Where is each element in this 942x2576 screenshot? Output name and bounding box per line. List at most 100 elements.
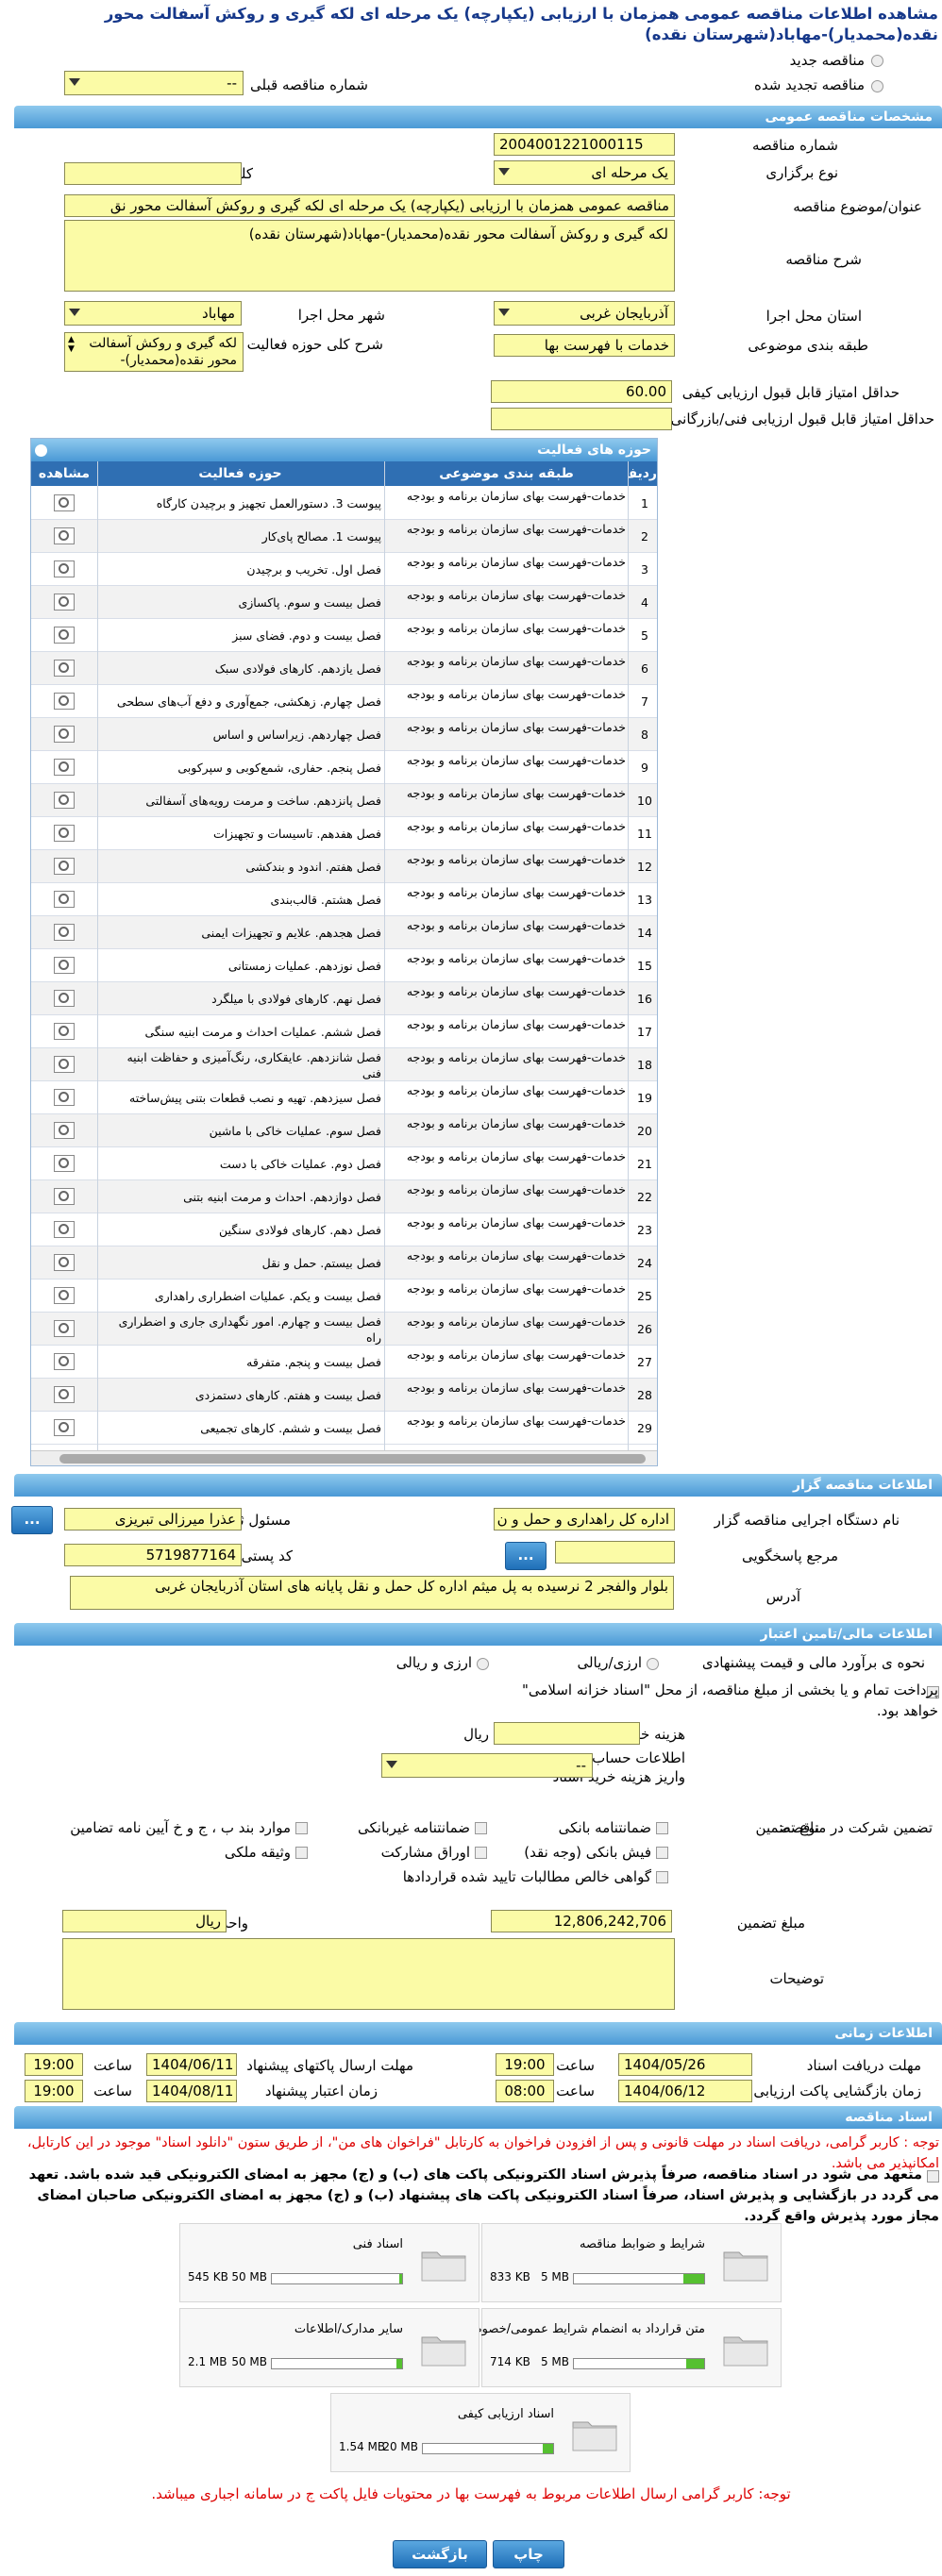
magnifier-icon[interactable] [54, 924, 75, 941]
magnifier-icon[interactable] [54, 660, 75, 677]
type-select[interactable]: یک مرحله ای [494, 160, 675, 185]
chevron-down-icon [69, 78, 80, 86]
magnifier-icon[interactable] [54, 693, 75, 710]
file-max-size: 20 MB [382, 2440, 418, 2453]
magnifier-icon[interactable] [54, 1353, 75, 1370]
row-index: 2 [641, 529, 648, 544]
magnifier-icon[interactable] [54, 726, 75, 743]
fx-radio[interactable] [477, 1658, 489, 1670]
horizontal-scrollbar[interactable] [31, 1450, 657, 1465]
row-activity: فصل نهم. کارهای فولادی با میلگرد [109, 982, 385, 1015]
row-activity: فصل یازدهم. کارهای فولادی سبک [109, 652, 385, 685]
magnifier-icon[interactable] [54, 891, 75, 908]
print-button[interactable]: چاپ [493, 2540, 564, 2568]
row-index: 27 [637, 1355, 652, 1369]
file-progress-bar [573, 2273, 705, 2284]
row-activity-text: فصل دهم. کارهای فولادی سنگین [219, 1223, 381, 1237]
table-row: 6 خدمات-فهرست بهای سازمان برنامه و بودجه ف… [31, 652, 657, 685]
row-activity-text: فصل سیزدهم. تهیه و نصب قطعات بتنی پیش‌سا… [129, 1091, 381, 1105]
magnifier-icon[interactable] [54, 527, 75, 544]
magnifier-icon[interactable] [54, 494, 75, 511]
file-progress-bar [271, 2273, 403, 2284]
tender-number-field: 2004001221000115 [494, 133, 675, 156]
file-box[interactable]: اسناد فنی 50 MB 545 KB [179, 2223, 479, 2302]
magnifier-icon[interactable] [54, 957, 75, 974]
guarantee-clauses-checkbox[interactable] [295, 1822, 308, 1834]
table-row: 26 خدمات-فهرست بهای سازمان برنامه و بودجه… [31, 1313, 657, 1346]
send-date: 1404/06/11 [146, 2053, 237, 2076]
city-select[interactable]: مهاباد [64, 301, 242, 326]
guarantee-bank-checkbox[interactable] [656, 1822, 668, 1834]
row-view-cell [31, 586, 97, 619]
magnifier-icon[interactable] [54, 627, 75, 644]
table-row: 18 خدمات-فهرست بهای سازمان برنامه و بودجه… [31, 1048, 657, 1081]
magnifier-icon[interactable] [54, 560, 75, 577]
row-activity: فصل بیست و چهارم. امور نگهداری جاری و اض… [109, 1313, 385, 1346]
renewed-tender-radio[interactable] [871, 80, 883, 92]
scroll-arrows-icon[interactable]: ▲ ▼ [68, 335, 75, 354]
commit-text: متعهد می شود در اسناد مناقصه، صرفاً پذیر… [28, 2167, 939, 2224]
magnifier-icon[interactable] [54, 1122, 75, 1139]
magnifier-icon[interactable] [54, 1221, 75, 1238]
table-row: 4 خدمات-فهرست بهای سازمان برنامه و بودجه ف… [31, 586, 657, 619]
row-activity: پیوست 1. مصالح پای‌کار [109, 520, 385, 553]
back-button[interactable]: بازگشت [393, 2540, 487, 2568]
magnifier-icon[interactable] [54, 1155, 75, 1172]
guarantee-nonbank-label: ضمانتنامه غیربانکی [358, 1819, 470, 1836]
row-activity: فصل هفدهم. تاسیسات و تجهیزات [109, 817, 385, 850]
row-index: 4 [641, 595, 648, 610]
keyword-field[interactable] [64, 162, 242, 185]
magnifier-icon[interactable] [54, 594, 75, 611]
magnifier-icon[interactable] [54, 1419, 75, 1436]
row-index: 10 [637, 794, 652, 808]
magnifier-icon[interactable] [54, 1254, 75, 1271]
magnifier-icon[interactable] [54, 1386, 75, 1403]
file-progress-bar [573, 2358, 705, 2369]
new-tender-radio[interactable] [871, 55, 883, 67]
guarantee-property-checkbox[interactable] [295, 1847, 308, 1859]
account-select[interactable]: -- [381, 1753, 593, 1778]
magnifier-icon[interactable] [54, 825, 75, 842]
scrollbar-thumb[interactable] [59, 1454, 646, 1464]
docs-footer-note: توجه: کاربر گرامی ارسال اطلاعات مربوط به… [151, 2485, 791, 2502]
magnifier-icon[interactable] [54, 1287, 75, 1304]
send-label: مهلت ارسال پاکتهای پیشنهاد [246, 2057, 413, 2074]
rial-radio[interactable] [647, 1658, 659, 1670]
guarantee-cash-label: فیش بانکی (وجه نقد) [524, 1844, 651, 1861]
magnifier-icon[interactable] [54, 858, 75, 875]
guarantee-claims-checkbox[interactable] [656, 1871, 668, 1883]
guarantee-nonbank-checkbox[interactable] [475, 1822, 487, 1834]
guarantee-cash-checkbox[interactable] [656, 1847, 668, 1859]
row-index: 17 [637, 1025, 652, 1039]
file-box[interactable]: اسناد ارزیابی کیفی 20 MB 1.54 MB [330, 2393, 631, 2472]
file-name: متن قرارداد به انضمام شرایط عمومی/خصوصی [461, 2322, 705, 2336]
row-category: خدمات-فهرست بهای سازمان برنامه و بودجه [406, 522, 626, 536]
file-progress-fill [682, 2274, 704, 2283]
guarantee-bonds-checkbox[interactable] [475, 1847, 487, 1859]
row-category: خدمات-فهرست بهای سازمان برنامه و بودجه [406, 918, 626, 932]
magnifier-icon[interactable] [54, 1320, 75, 1337]
magnifier-icon[interactable] [54, 1089, 75, 1106]
magnifier-icon[interactable] [54, 1023, 75, 1040]
file-box[interactable]: شرایط و ضوابط مناقصه 5 MB 833 KB [481, 2223, 782, 2302]
time-label: ساعت [93, 2057, 132, 2074]
magnifier-icon[interactable] [54, 1188, 75, 1205]
file-box[interactable]: متن قرارداد به انضمام شرایط عمومی/خصوصی 5… [462, 2308, 782, 2387]
file-box[interactable]: سایر مدارک/اطلاعات 50 MB 2.1 MB [179, 2308, 479, 2387]
prev-number-select[interactable]: -- [64, 71, 244, 95]
magnifier-icon[interactable] [54, 759, 75, 776]
magnifier-icon[interactable] [54, 990, 75, 1007]
notes-textarea [62, 1938, 675, 2010]
file-progress-fill [399, 2274, 402, 2283]
general-section-header: مشخصات مناقصه عمومی [14, 106, 942, 128]
resp-lookup-button[interactable]: ... [11, 1506, 53, 1534]
desc-label: شرح مناقصه [785, 251, 862, 268]
row-activity-text: فصل هشتم. قالب‌بندی [270, 893, 382, 907]
magnifier-icon[interactable] [54, 1056, 75, 1073]
collapse-icon[interactable] [35, 444, 47, 457]
row-category: خدمات-فهرست بهای سازمان برنامه و بودجه [406, 951, 626, 965]
ref-lookup-button[interactable]: ... [505, 1542, 547, 1570]
province-select[interactable]: آذربایجان غربی [494, 301, 675, 326]
scope-list[interactable]: لکه گیری و روکش آسفالت محور نقده(محمدیار… [64, 332, 244, 372]
magnifier-icon[interactable] [54, 792, 75, 809]
